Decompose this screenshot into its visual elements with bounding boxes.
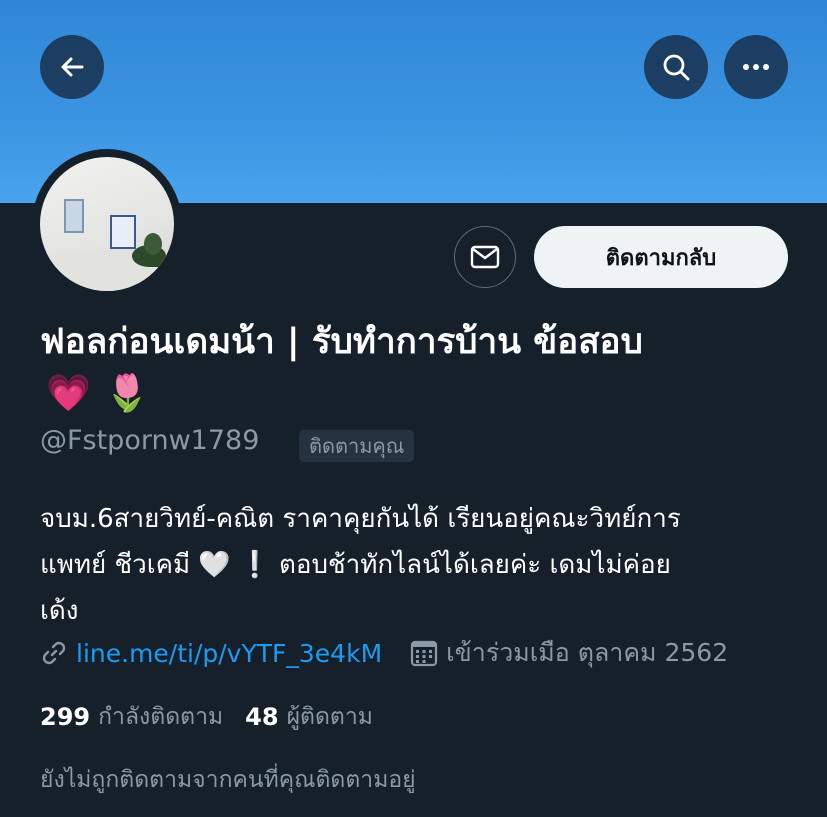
exclamation-emoji-icon: ❕ (238, 550, 271, 580)
joined-date: เข้าร่วมเมือ ตุลาคม 2562 (446, 638, 729, 667)
follows-you-badge: ติดตามคุณ (299, 430, 415, 462)
display-name: ฟอลก่อนเดมน้า | รับทำการบ้าน ข้อสอบ (40, 322, 643, 362)
avatar[interactable] (40, 157, 174, 291)
profile-handle: @Fstpornw1789 (40, 425, 260, 456)
profile-link[interactable]: line.me/ti/p/vYTF_3e4kM (76, 639, 382, 668)
mail-icon (470, 245, 500, 269)
back-button[interactable] (40, 35, 104, 99)
tulip-emoji-icon: 🌷 (104, 373, 150, 414)
avatar-plant (144, 233, 162, 255)
followers-count: 48 (245, 703, 279, 731)
followers-link[interactable]: 48 ผู้ติดตาม (245, 699, 373, 735)
search-icon (663, 54, 690, 81)
following-count: 299 (40, 703, 91, 731)
more-horizontal-icon (743, 64, 769, 70)
bio-line: เด้ง (40, 596, 79, 626)
bio-line: จบม.6สายวิทย์-คณิต ราคาคุยกันได้ เรียนอย… (40, 504, 681, 534)
follow-stats: 299 กำลังติดตาม 48 ผู้ติดตาม (40, 697, 373, 737)
profile-bio: จบม.6สายวิทย์-คณิต ราคาคุยกันได้ เรียนอย… (40, 496, 800, 634)
bio-text: ตอบช้าทักไลน์ได้เลยค่ะ เดมไม่ค่อย (278, 550, 671, 580)
followers-you-know-note: ยังไม่ถูกติดตามจากคนที่คุณติดตามอยู่ (40, 767, 416, 793)
following-label: กำลังติดตาม (98, 704, 224, 730)
follow-back-button[interactable]: ติดตามกลับ (534, 226, 788, 288)
white-heart-emoji-icon: 🤍 (198, 550, 231, 580)
display-name-emojis: 💗 🌷 (46, 370, 150, 416)
more-button[interactable] (724, 35, 788, 99)
message-button[interactable] (454, 226, 516, 288)
profile-meta: line.me/ti/p/vYTF_3e4kM เข้าร่วมเมือ ตุล… (40, 632, 728, 674)
heart-emoji-icon: 💗 (46, 373, 91, 414)
bio-line: แพทย์ ชีวเคมี 🤍 ❕ ตอบช้าทักไลน์ได้เลยค่ะ… (40, 542, 800, 588)
avatar-poster (64, 199, 84, 233)
calendar-icon (411, 640, 438, 667)
arrow-left-icon (61, 57, 84, 77)
bio-text: แพทย์ ชีวเคมี (40, 550, 191, 580)
link-icon (42, 641, 66, 665)
followers-label: ผู้ติดตาม (286, 704, 373, 730)
avatar-poster (110, 215, 136, 249)
search-button[interactable] (644, 35, 708, 99)
following-link[interactable]: 299 กำลังติดตาม (40, 699, 223, 735)
calendar-icon-wrap (410, 639, 438, 667)
